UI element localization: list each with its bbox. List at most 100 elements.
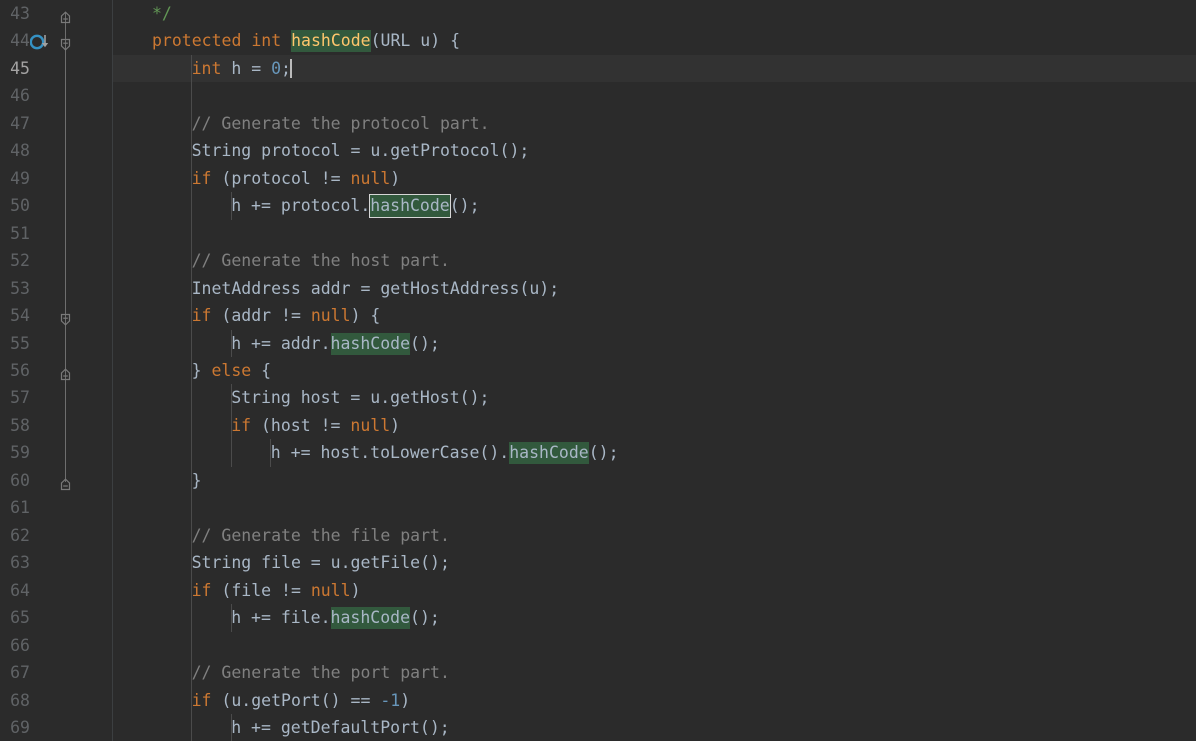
line-number[interactable]: 57 bbox=[0, 384, 30, 411]
editor-gutter[interactable]: 43 44 45 46 47 48 49 50 51 52 53 54 55 56 57 58 59 60 61 62… bbox=[0, 0, 113, 741]
code-line[interactable]: h += file.hashCode(); bbox=[113, 604, 1196, 631]
gutter-row[interactable]: 54 bbox=[0, 302, 113, 329]
gutter-row[interactable]: 60 bbox=[0, 467, 113, 494]
line-number[interactable]: 62 bbox=[0, 522, 30, 549]
gutter-row[interactable]: 48 bbox=[0, 137, 113, 164]
gutter-row[interactable]: 55 bbox=[0, 330, 113, 357]
line-number[interactable]: 55 bbox=[0, 330, 30, 357]
line-number[interactable]: 48 bbox=[0, 137, 30, 164]
line-number[interactable]: 56 bbox=[0, 357, 30, 384]
line-number[interactable]: 68 bbox=[0, 687, 30, 714]
code-line[interactable]: int h = 0; bbox=[113, 55, 1196, 82]
code-line[interactable]: } bbox=[113, 467, 1196, 494]
gutter-row[interactable]: 66 bbox=[0, 632, 113, 659]
line-number[interactable]: 46 bbox=[0, 82, 30, 109]
code-line[interactable]: if (protocol != null) bbox=[113, 165, 1196, 192]
gutter-row[interactable]: 45 bbox=[0, 55, 113, 82]
code-line[interactable]: h += getDefaultPort(); bbox=[113, 714, 1196, 741]
line-number[interactable]: 52 bbox=[0, 247, 30, 274]
fold-collapse-up-icon[interactable] bbox=[58, 363, 73, 381]
code-token: 0 bbox=[271, 58, 282, 78]
line-number[interactable]: 58 bbox=[0, 412, 30, 439]
code-line[interactable] bbox=[113, 220, 1196, 247]
gutter-row[interactable]: 59 bbox=[0, 439, 113, 466]
gutter-row[interactable]: 56 bbox=[0, 357, 113, 384]
code-line[interactable]: // Generate the host part. bbox=[113, 247, 1196, 274]
gutter-row[interactable]: 69 bbox=[0, 714, 113, 741]
fold-collapse-down-icon[interactable] bbox=[58, 308, 73, 326]
fold-collapse-up-icon[interactable] bbox=[58, 6, 73, 24]
line-number[interactable]: 63 bbox=[0, 549, 30, 576]
gutter-row[interactable]: 65 bbox=[0, 604, 113, 631]
gutter-row[interactable]: 46 bbox=[0, 82, 113, 109]
gutter-row[interactable]: 52 bbox=[0, 247, 113, 274]
code-line[interactable]: InetAddress addr = getHostAddress(u); bbox=[113, 275, 1196, 302]
code-line[interactable]: if (file != null) bbox=[113, 577, 1196, 604]
line-number[interactable]: 66 bbox=[0, 632, 30, 659]
line-number[interactable]: 64 bbox=[0, 577, 30, 604]
gutter-row[interactable]: 49 bbox=[0, 165, 113, 192]
code-text-area[interactable]: */ protected int hashCode(URL u) {int h =… bbox=[113, 0, 1196, 741]
gutter-row[interactable]: 47 bbox=[0, 110, 113, 137]
occurrence-highlight: hashCode bbox=[291, 30, 371, 53]
code-line[interactable]: // Generate the port part. bbox=[113, 659, 1196, 686]
line-number[interactable]: 43 bbox=[0, 0, 30, 27]
line-number[interactable]: 47 bbox=[0, 110, 30, 137]
line-number[interactable]: 69 bbox=[0, 714, 30, 741]
line-number[interactable]: 67 bbox=[0, 659, 30, 686]
code-token: protocol = u.getProtocol(); bbox=[251, 141, 530, 161]
gutter-row[interactable]: 62 bbox=[0, 522, 113, 549]
gutter-row[interactable]: 51 bbox=[0, 220, 113, 247]
code-line[interactable]: h += addr.hashCode(); bbox=[113, 330, 1196, 357]
code-line[interactable] bbox=[113, 494, 1196, 521]
line-number[interactable]: 60 bbox=[0, 467, 30, 494]
line-number[interactable]: 59 bbox=[0, 439, 30, 466]
gutter-row[interactable]: 53 bbox=[0, 275, 113, 302]
code-token: null bbox=[350, 415, 391, 435]
line-number[interactable]: 51 bbox=[0, 220, 30, 247]
code-token: protected bbox=[152, 31, 242, 51]
code-line[interactable]: String protocol = u.getProtocol(); bbox=[113, 137, 1196, 164]
code-line[interactable]: // Generate the protocol part. bbox=[113, 110, 1196, 137]
line-number[interactable]: 49 bbox=[0, 165, 30, 192]
code-editor[interactable]: */ protected int hashCode(URL u) {int h =… bbox=[0, 0, 1196, 741]
code-line[interactable]: protected int hashCode(URL u) { bbox=[113, 27, 1196, 54]
line-number[interactable]: 54 bbox=[0, 302, 30, 329]
code-line[interactable]: String host = u.getHost(); bbox=[113, 384, 1196, 411]
gutter-row[interactable]: 43 bbox=[0, 0, 113, 27]
gutter-row[interactable]: 58 bbox=[0, 412, 113, 439]
code-line[interactable] bbox=[113, 82, 1196, 109]
code-token: ) bbox=[390, 415, 401, 435]
fold-collapse-up-icon[interactable] bbox=[58, 473, 73, 490]
code-line[interactable]: if (u.getPort() == -1) bbox=[113, 687, 1196, 714]
fold-collapse-down-icon[interactable] bbox=[58, 33, 73, 52]
gutter-row[interactable]: 44 bbox=[0, 27, 113, 54]
line-number[interactable]: 65 bbox=[0, 604, 30, 631]
overriding-method-icon[interactable] bbox=[29, 32, 52, 50]
code-line[interactable]: } else { bbox=[113, 357, 1196, 384]
line-number[interactable]: 61 bbox=[0, 494, 30, 521]
code-line[interactable]: h += protocol.hashCode(); bbox=[113, 192, 1196, 219]
code-token: if bbox=[191, 306, 212, 326]
line-number[interactable]: 45 bbox=[0, 55, 30, 82]
gutter-row[interactable]: 61 bbox=[0, 494, 113, 521]
gutter-row[interactable]: 57 bbox=[0, 384, 113, 411]
code-line[interactable]: */ bbox=[113, 0, 1196, 27]
code-folding-ribbon[interactable] bbox=[60, 0, 71, 741]
line-number[interactable]: 53 bbox=[0, 275, 30, 302]
code-line[interactable] bbox=[113, 632, 1196, 659]
gutter-row[interactable]: 63 bbox=[0, 549, 113, 576]
line-number[interactable]: 44 bbox=[0, 27, 30, 54]
code-line[interactable]: h += host.toLowerCase().hashCode(); bbox=[113, 439, 1196, 466]
gutter-row[interactable]: 67 bbox=[0, 659, 113, 686]
gutter-row[interactable]: 68 bbox=[0, 687, 113, 714]
code-token: */ bbox=[152, 4, 172, 23]
code-line[interactable]: if (host != null) bbox=[113, 412, 1196, 439]
code-line[interactable]: String file = u.getFile(); bbox=[113, 549, 1196, 576]
code-token: // Generate the protocol part. bbox=[191, 113, 490, 133]
code-line[interactable]: // Generate the file part. bbox=[113, 522, 1196, 549]
gutter-row[interactable]: 50 bbox=[0, 192, 113, 219]
code-line[interactable]: if (addr != null) { bbox=[113, 302, 1196, 329]
gutter-row[interactable]: 64 bbox=[0, 577, 113, 604]
line-number[interactable]: 50 bbox=[0, 192, 30, 219]
